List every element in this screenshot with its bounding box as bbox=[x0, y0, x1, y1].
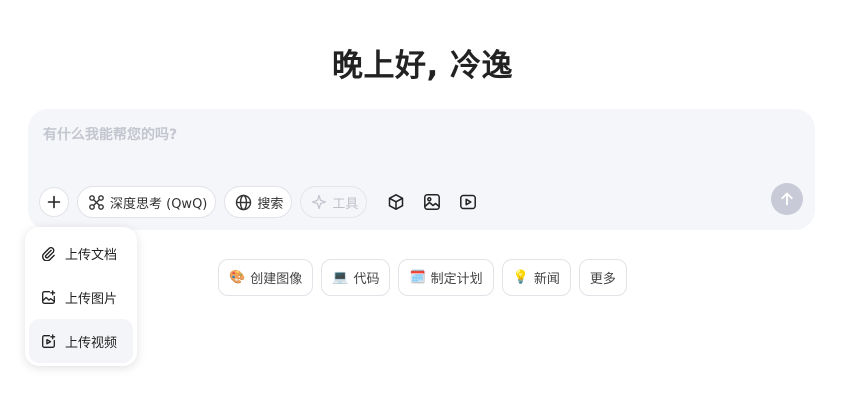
video-plus-icon bbox=[42, 333, 56, 348]
tools-label: 工具 bbox=[332, 196, 359, 212]
menu-item-label: 上传文档 bbox=[65, 247, 118, 263]
laptop-icon: 💻 bbox=[332, 270, 349, 285]
arrow-up-icon bbox=[781, 192, 793, 206]
menu-item-label: 上传图片 bbox=[65, 291, 118, 307]
search-toggle[interactable]: 搜索 bbox=[224, 186, 293, 218]
search-label: 搜索 bbox=[257, 196, 284, 212]
chat-home: 晚上好, 冷逸 深度思考 (QwQ) bbox=[0, 0, 845, 407]
greeting-title: 晚上好, 冷逸 bbox=[331, 48, 514, 84]
prompt-input[interactable] bbox=[43, 127, 743, 143]
chip-make-plan[interactable]: 🗓️ 制定计划 bbox=[398, 259, 494, 296]
chip-code[interactable]: 💻 代码 bbox=[321, 259, 391, 296]
image-icon bbox=[424, 194, 441, 210]
image-plus-icon bbox=[42, 289, 56, 304]
chip-news[interactable]: 💡 新闻 bbox=[501, 259, 571, 296]
sparkle-icon bbox=[312, 194, 327, 210]
palette-icon: 🎨 bbox=[229, 270, 246, 285]
play-square-icon bbox=[460, 194, 477, 210]
chip-label: 更多 bbox=[589, 272, 616, 287]
deep-think-toggle[interactable]: 深度思考 (QwQ) bbox=[77, 186, 217, 218]
menu-upload-video[interactable]: 上传视频 bbox=[29, 319, 133, 363]
add-button[interactable] bbox=[39, 187, 69, 217]
chip-label: 创建图像 bbox=[250, 272, 303, 287]
upload-menu: 上传文档 上传图片 上传视频 bbox=[25, 227, 137, 366]
deep-think-icon bbox=[89, 194, 104, 210]
menu-item-label: 上传视频 bbox=[65, 335, 118, 351]
chip-label: 制定计划 bbox=[430, 272, 483, 287]
send-button[interactable] bbox=[771, 183, 803, 215]
image-gen-button[interactable] bbox=[417, 187, 447, 217]
lightbulb-icon: 💡 bbox=[512, 270, 529, 285]
video-gen-button[interactable] bbox=[453, 187, 483, 217]
calendar-icon: 🗓️ bbox=[409, 270, 426, 285]
cube-icon bbox=[389, 194, 404, 210]
globe-icon bbox=[236, 194, 252, 210]
composer: 深度思考 (QwQ) 搜索 工具 bbox=[28, 109, 815, 230]
chip-create-image[interactable]: 🎨 创建图像 bbox=[218, 259, 314, 296]
chip-more[interactable]: 更多 bbox=[578, 259, 627, 296]
paperclip-icon bbox=[41, 246, 55, 261]
composer-toolbar: 深度思考 (QwQ) 搜索 工具 bbox=[39, 185, 483, 219]
tools-toggle[interactable]: 工具 bbox=[300, 186, 368, 218]
artifact-button[interactable] bbox=[381, 187, 411, 217]
menu-upload-document[interactable]: 上传文档 bbox=[29, 231, 133, 275]
menu-upload-image[interactable]: 上传图片 bbox=[29, 275, 133, 319]
chip-label: 新闻 bbox=[533, 272, 560, 287]
chip-label: 代码 bbox=[353, 272, 380, 287]
plus-icon bbox=[47, 195, 61, 209]
deep-think-label: 深度思考 (QwQ) bbox=[110, 196, 208, 212]
